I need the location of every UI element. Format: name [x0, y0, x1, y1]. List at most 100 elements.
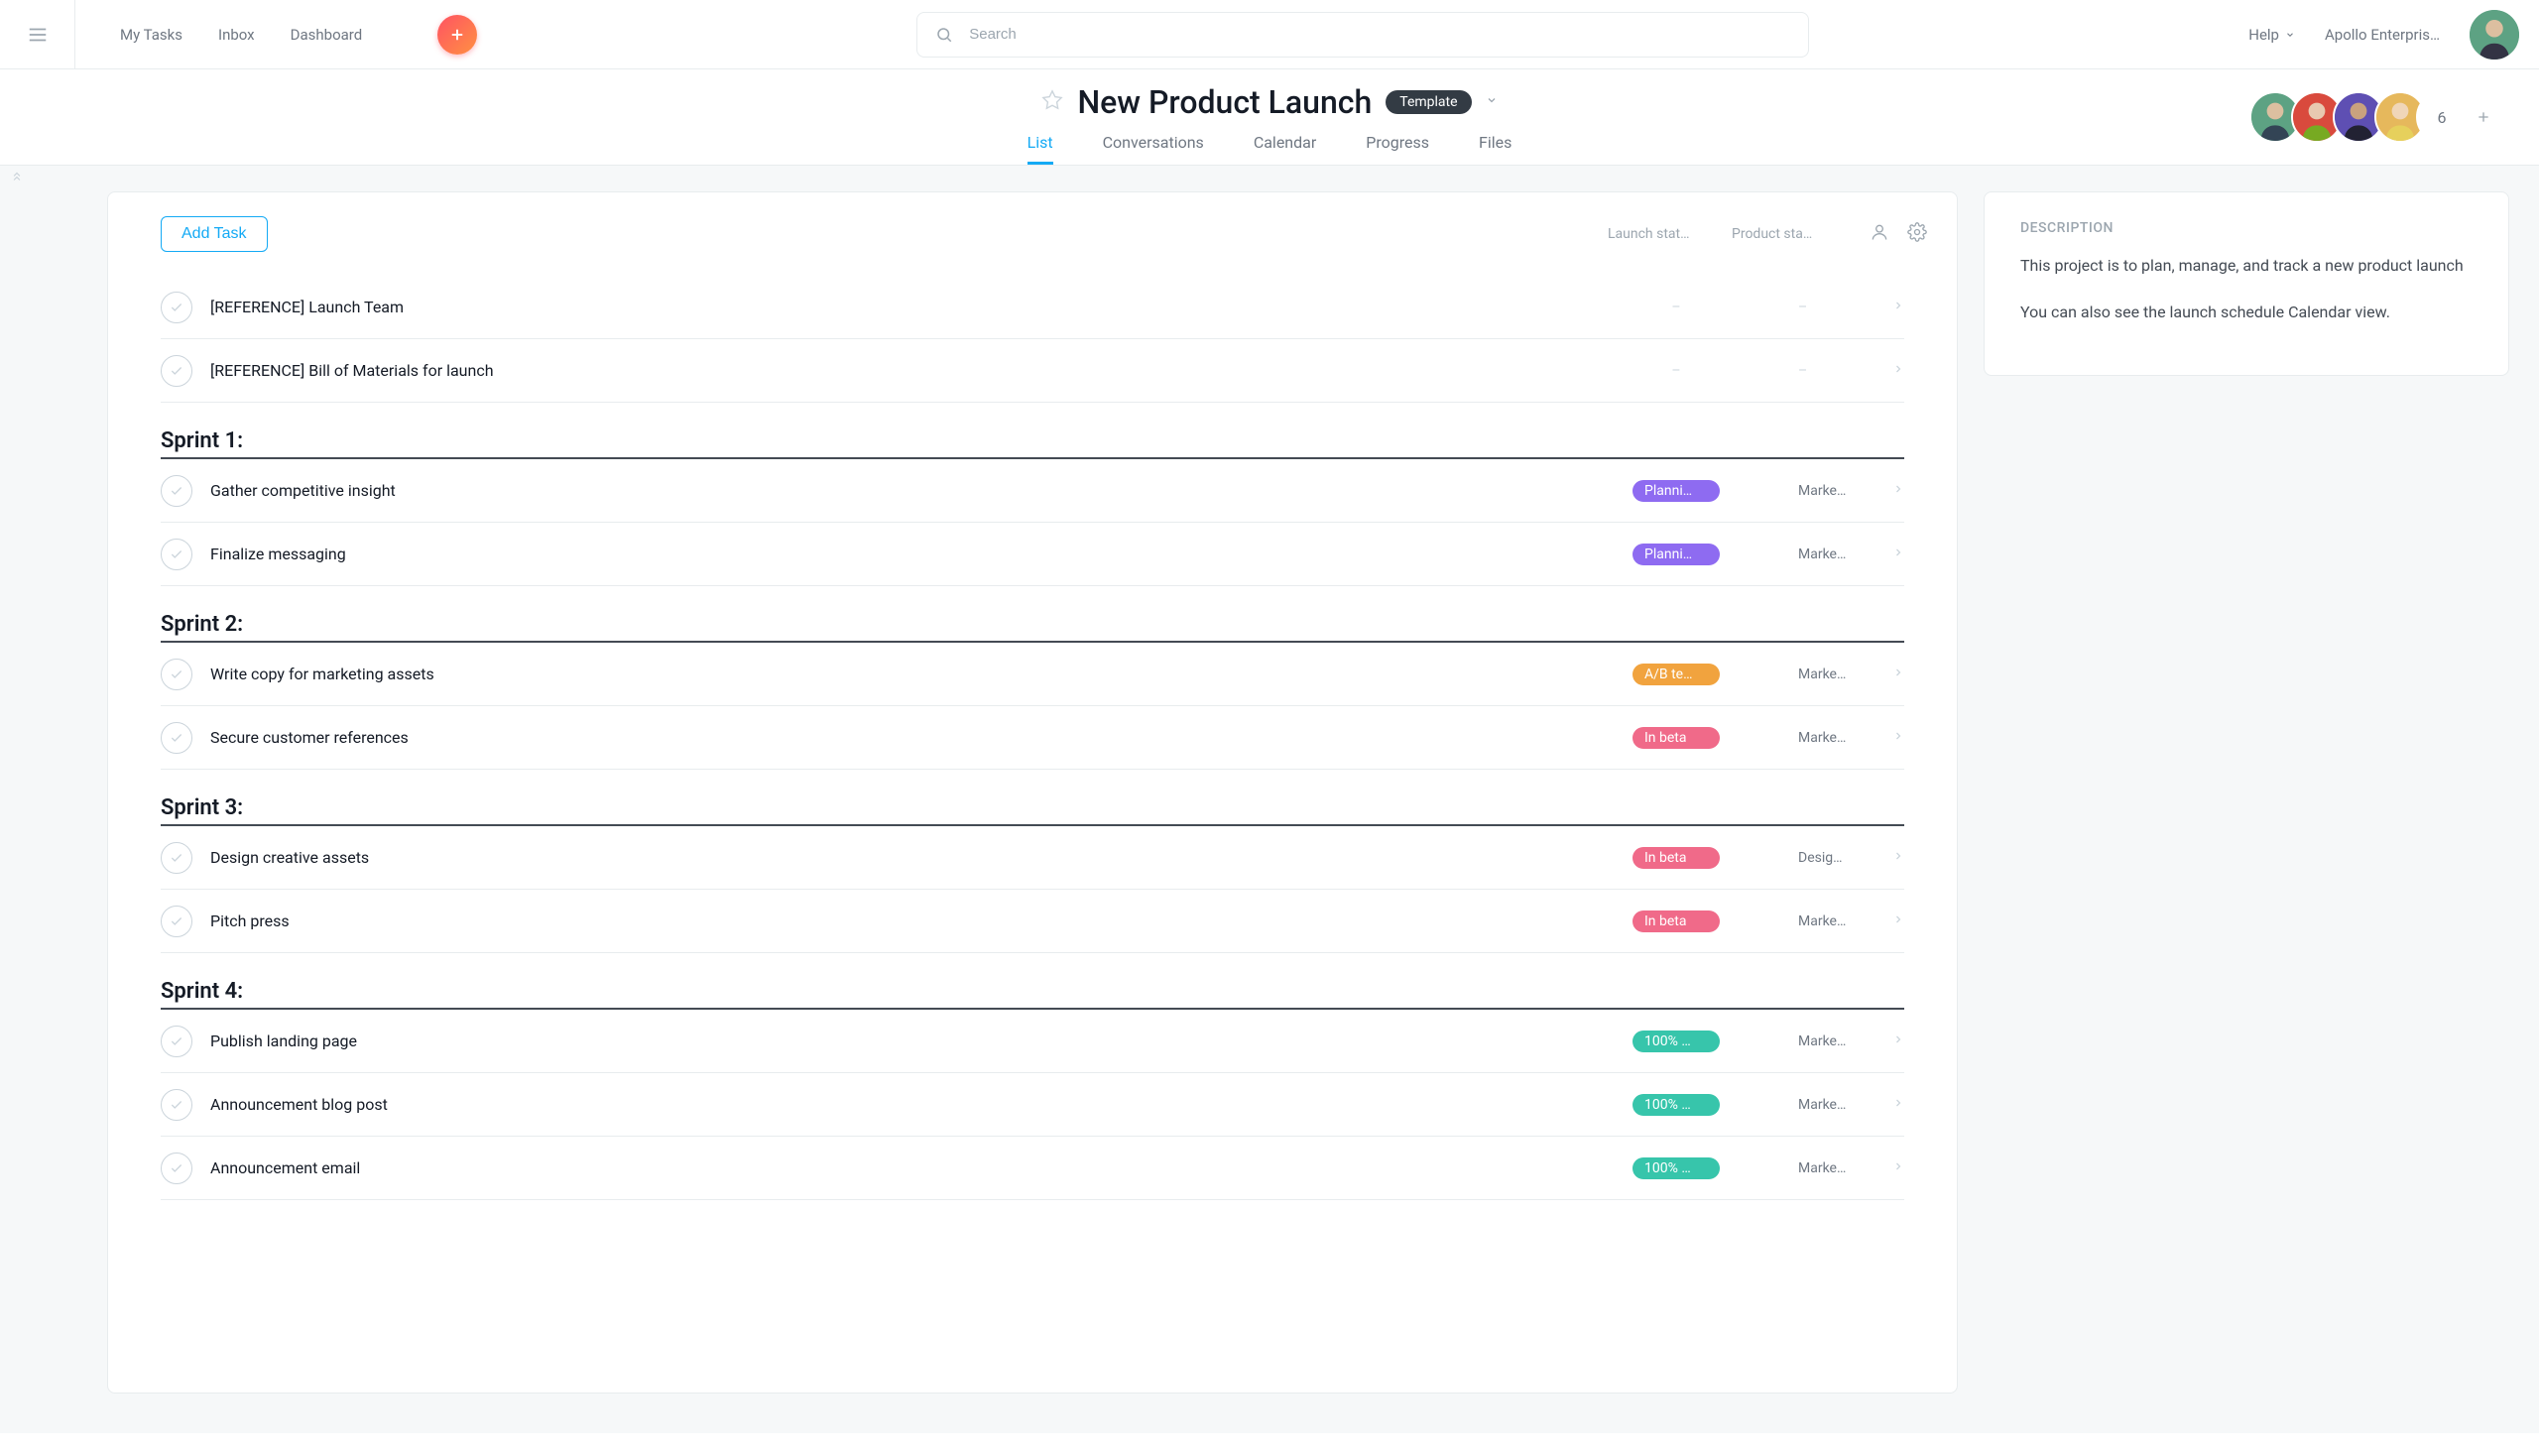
complete-toggle[interactable] [161, 292, 192, 323]
stage-cell[interactable]: Marke… [1756, 483, 1880, 499]
status-cell[interactable]: – [1632, 363, 1756, 379]
task-row[interactable]: Gather competitive insightPlanni…Marke… [161, 459, 1904, 523]
status-cell[interactable]: Planni… [1632, 544, 1756, 565]
org-switcher[interactable]: Apollo Enterpris… [2325, 26, 2440, 44]
complete-toggle[interactable] [161, 1153, 192, 1184]
add-task-button[interactable]: Add Task [161, 216, 268, 252]
task-name[interactable]: Publish landing page [210, 1031, 1632, 1050]
task-row[interactable]: Design creative assetsIn betaDesig… [161, 826, 1904, 890]
complete-toggle[interactable] [161, 475, 192, 507]
open-task-details[interactable] [1880, 363, 1904, 379]
status-cell[interactable]: A/B te… [1632, 664, 1756, 685]
open-task-details[interactable] [1880, 1097, 1904, 1113]
task-row[interactable]: Pitch pressIn betaMarke… [161, 890, 1904, 953]
task-name[interactable]: [REFERENCE] Launch Team [210, 298, 1632, 316]
task-row[interactable]: Write copy for marketing assetsA/B te…Ma… [161, 643, 1904, 706]
project-title-row: New Product Launch Template [0, 69, 2539, 121]
project-actions-menu[interactable] [1486, 94, 1498, 110]
stage-cell[interactable]: Marke… [1756, 1097, 1880, 1113]
task-row[interactable]: Finalize messagingPlanni…Marke… [161, 523, 1904, 586]
section-header[interactable]: Sprint 1: [161, 413, 1904, 459]
nav-dashboard[interactable]: Dashboard [291, 26, 363, 44]
stage-cell[interactable]: Marke… [1756, 730, 1880, 746]
stage-cell[interactable]: Marke… [1756, 667, 1880, 682]
status-cell[interactable]: – [1632, 300, 1756, 315]
task-name[interactable]: Finalize messaging [210, 545, 1632, 563]
complete-toggle[interactable] [161, 539, 192, 570]
task-row[interactable]: [REFERENCE] Launch Team–– [161, 276, 1904, 339]
task-name[interactable]: Pitch press [210, 911, 1632, 930]
status-cell[interactable]: 100% … [1632, 1157, 1756, 1179]
stage-cell[interactable]: Marke… [1756, 913, 1880, 929]
column-header-stage[interactable]: Product sta… [1732, 226, 1856, 242]
complete-toggle[interactable] [161, 906, 192, 937]
open-task-details[interactable] [1880, 667, 1904, 682]
task-name[interactable]: Secure customer references [210, 728, 1632, 747]
help-menu[interactable]: Help [2248, 26, 2295, 44]
stage-cell[interactable]: Desig… [1756, 850, 1880, 866]
task-row[interactable]: Announcement email100% …Marke… [161, 1137, 1904, 1200]
task-name[interactable]: Gather competitive insight [210, 481, 1632, 500]
status-cell[interactable]: In beta [1632, 910, 1756, 932]
complete-toggle[interactable] [161, 1026, 192, 1057]
section-header[interactable]: Sprint 4: [161, 963, 1904, 1010]
task-row[interactable]: Announcement blog post100% …Marke… [161, 1073, 1904, 1137]
open-task-details[interactable] [1880, 913, 1904, 929]
open-task-details[interactable] [1880, 1033, 1904, 1049]
open-task-details[interactable] [1880, 546, 1904, 562]
tab-progress[interactable]: Progress [1366, 133, 1429, 165]
gear-icon [1907, 222, 1927, 242]
section-header[interactable]: Sprint 2: [161, 596, 1904, 643]
description-label: DESCRIPTION [2020, 220, 2473, 236]
task-name[interactable]: [REFERENCE] Bill of Materials for launch [210, 361, 1632, 380]
status-cell[interactable]: 100% … [1632, 1094, 1756, 1116]
task-name[interactable]: Announcement email [210, 1158, 1632, 1177]
open-task-details[interactable] [1880, 1160, 1904, 1176]
tab-files[interactable]: Files [1479, 133, 1511, 165]
tab-list[interactable]: List [1028, 133, 1053, 165]
menu-toggle[interactable] [0, 0, 75, 68]
complete-toggle[interactable] [161, 355, 192, 387]
complete-toggle[interactable] [161, 659, 192, 690]
status-cell[interactable]: In beta [1632, 847, 1756, 869]
task-name[interactable]: Write copy for marketing assets [210, 665, 1632, 683]
complete-toggle[interactable] [161, 842, 192, 874]
column-header-status[interactable]: Launch stat… [1608, 226, 1732, 242]
search-input[interactable] [967, 25, 1790, 44]
status-cell[interactable]: Planni… [1632, 480, 1756, 502]
stage-cell[interactable]: Marke… [1756, 1160, 1880, 1176]
search-field[interactable] [916, 12, 1809, 58]
status-cell[interactable]: In beta [1632, 727, 1756, 749]
view-settings-button[interactable] [1907, 222, 1927, 246]
tab-calendar[interactable]: Calendar [1254, 133, 1316, 165]
favorite-toggle[interactable] [1041, 89, 1063, 115]
quick-add-button[interactable] [437, 15, 477, 55]
check-icon [170, 484, 183, 498]
profile-avatar[interactable] [2470, 10, 2519, 60]
task-name[interactable]: Design creative assets [210, 848, 1632, 867]
task-row[interactable]: Publish landing page100% …Marke… [161, 1010, 1904, 1073]
open-task-details[interactable] [1880, 300, 1904, 315]
sidebar-expand-handle[interactable] [10, 170, 24, 186]
assignee-filter-button[interactable] [1870, 222, 1889, 246]
stage-cell[interactable]: – [1756, 363, 1880, 379]
task-row[interactable]: Secure customer referencesIn betaMarke… [161, 706, 1904, 770]
open-task-details[interactable] [1880, 483, 1904, 499]
complete-toggle[interactable] [161, 722, 192, 754]
nav-my-tasks[interactable]: My Tasks [120, 26, 182, 44]
stage-cell[interactable]: Marke… [1756, 1033, 1880, 1049]
stage-cell[interactable]: Marke… [1756, 546, 1880, 562]
stage-cell[interactable]: – [1756, 300, 1880, 315]
description-panel: DESCRIPTION This project is to plan, man… [1984, 191, 2509, 376]
status-cell[interactable]: 100% … [1632, 1031, 1756, 1052]
description-body[interactable]: This project is to plan, manage, and tra… [2020, 254, 2473, 325]
nav-inbox[interactable]: Inbox [218, 26, 255, 44]
tab-conversations[interactable]: Conversations [1103, 133, 1204, 165]
task-row[interactable]: [REFERENCE] Bill of Materials for launch… [161, 339, 1904, 403]
task-name[interactable]: Announcement blog post [210, 1095, 1632, 1114]
complete-toggle[interactable] [161, 1089, 192, 1121]
section-header[interactable]: Sprint 3: [161, 780, 1904, 826]
open-task-details[interactable] [1880, 730, 1904, 746]
add-member-button[interactable] [2458, 91, 2509, 143]
open-task-details[interactable] [1880, 850, 1904, 866]
